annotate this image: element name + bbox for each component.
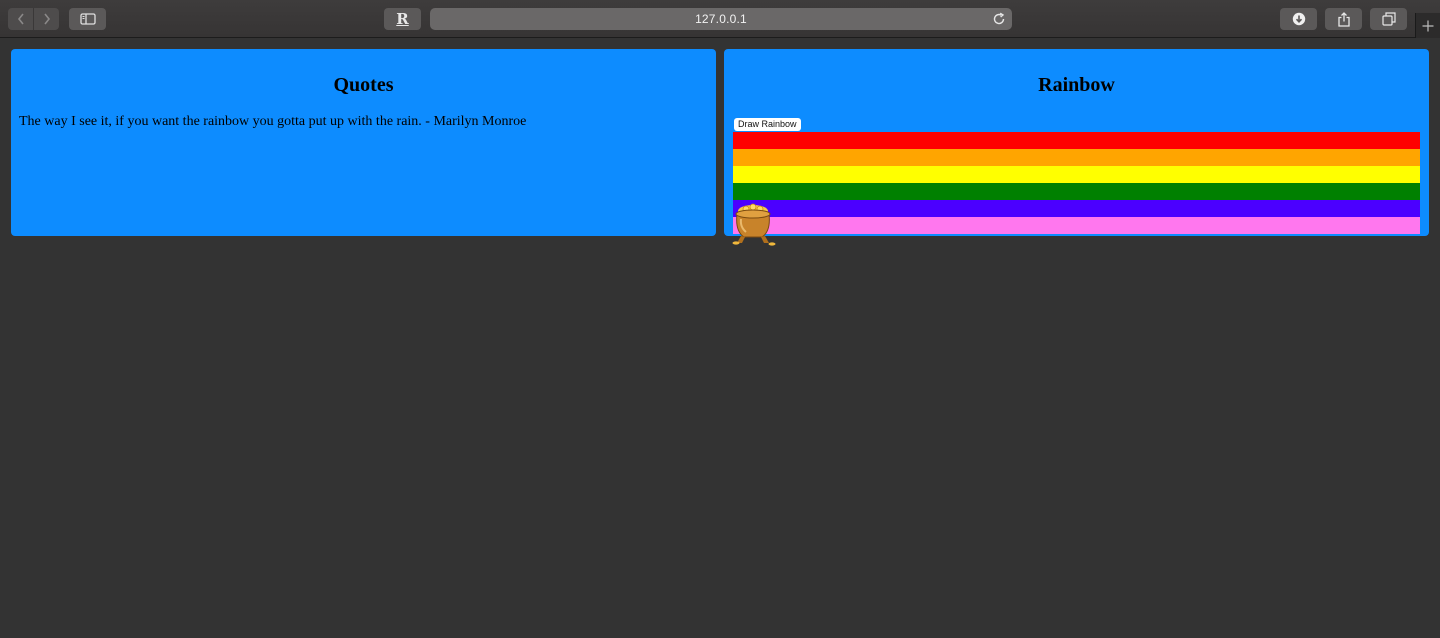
rainbow-title: Rainbow xyxy=(1038,74,1115,96)
reader-icon: R xyxy=(396,10,409,28)
pot-of-gold-icon xyxy=(732,203,776,246)
rainbow-band xyxy=(733,183,1420,200)
forward-button[interactable] xyxy=(34,8,59,30)
rainbow-band xyxy=(733,217,1420,234)
chevron-left-icon xyxy=(17,13,24,25)
draw-rainbow-button[interactable]: Draw Rainbow xyxy=(734,118,801,131)
tabs-overview-button[interactable] xyxy=(1370,8,1407,30)
chevron-right-icon xyxy=(43,13,50,25)
tabs-icon xyxy=(1381,12,1396,26)
browser-toolbar: R 127.0.0.1 xyxy=(0,0,1440,38)
downloads-button[interactable] xyxy=(1280,8,1317,30)
rainbow-band xyxy=(733,149,1420,166)
quote-text: The way I see it, if you want the rainbo… xyxy=(19,114,527,129)
new-tab-button[interactable] xyxy=(1415,13,1440,38)
sidebar-button[interactable] xyxy=(69,8,106,30)
address-bar[interactable]: 127.0.0.1 xyxy=(430,8,1012,30)
reload-icon[interactable] xyxy=(992,12,1006,26)
rainbow-drawing xyxy=(733,132,1420,234)
rainbow-band xyxy=(733,166,1420,183)
download-icon xyxy=(1292,12,1305,26)
share-button[interactable] xyxy=(1325,8,1362,30)
plus-icon xyxy=(1422,20,1434,31)
url-text: 127.0.0.1 xyxy=(695,12,747,26)
sidebar-icon xyxy=(79,13,96,25)
quotes-panel: Quotes The way I see it, if you want the… xyxy=(11,49,716,236)
reader-button[interactable]: R xyxy=(384,8,421,30)
rainbow-band xyxy=(733,132,1420,149)
rainbow-panel: Rainbow Draw Rainbow xyxy=(724,49,1429,236)
nav-buttons xyxy=(8,8,59,30)
quotes-title: Quotes xyxy=(333,74,394,96)
share-icon xyxy=(1337,11,1350,27)
back-button[interactable] xyxy=(8,8,33,30)
rainbow-band xyxy=(733,200,1420,217)
